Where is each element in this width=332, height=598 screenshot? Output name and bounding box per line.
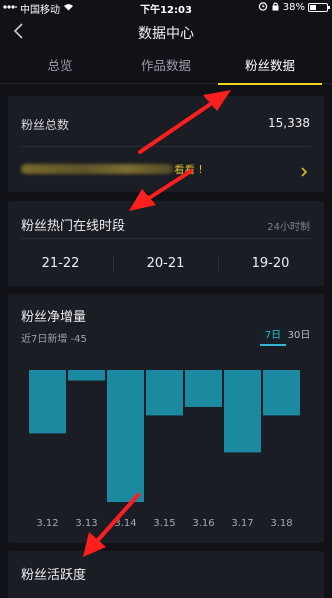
- x-tick-label: 3.17: [231, 518, 253, 529]
- chart-bar-3.18: [263, 370, 300, 416]
- chart-bar-3.12: [29, 370, 66, 434]
- chart-bar-3.14: [107, 370, 144, 502]
- tab-overview[interactable]: 总览: [5, 50, 115, 84]
- x-tick-label: 3.16: [192, 518, 214, 529]
- fans-total-card: 粉丝总数 15,338 看看 !: [8, 96, 324, 192]
- tab-bar: 总览 作品数据 粉丝数据: [0, 50, 332, 85]
- x-tick-label: 3.15: [153, 518, 175, 529]
- active-hours-row: 21-22 20-21 19-20: [8, 251, 324, 277]
- fans-activity-title: 粉丝活跃度: [21, 568, 87, 583]
- chart-bar-3.15: [146, 370, 183, 416]
- page-title: 数据中心: [138, 26, 194, 42]
- nav-bar: 数据中心: [0, 14, 332, 50]
- net-growth-subtitle: 近7日新增 -45: [21, 334, 87, 345]
- orientation-lock-icon: [271, 1, 280, 14]
- x-tick-label: 3.14: [114, 518, 136, 529]
- chart-bar-3.13: [68, 370, 105, 381]
- tab-works-data[interactable]: 作品数据: [111, 50, 221, 84]
- battery-percent: 38%: [282, 2, 305, 13]
- tab-label: 总览: [47, 58, 73, 73]
- range-30-days-button[interactable]: 30日: [286, 328, 312, 346]
- net-growth-title: 粉丝净增量: [21, 310, 87, 325]
- chart-bar-3.17: [224, 370, 261, 453]
- fans-total-value: 15,338: [268, 116, 310, 130]
- hour-slot: 20-21: [146, 256, 185, 271]
- fans-total-label: 粉丝总数: [21, 118, 70, 132]
- status-bar: 中国移动 下午12:03 38%: [0, 0, 332, 16]
- status-right: 38%: [258, 1, 330, 14]
- active-hours-title: 粉丝热门在线时段: [21, 219, 126, 234]
- range-toggle: 7日 30日: [260, 328, 312, 346]
- tab-label: 粉丝数据: [244, 58, 295, 73]
- fans-activity-card: 粉丝活跃度: [8, 551, 324, 598]
- chart-bar-3.16: [185, 370, 222, 407]
- tab-active-indicator: [218, 83, 322, 85]
- chevron-right-icon[interactable]: [300, 163, 308, 177]
- active-hours-card: 粉丝热门在线时段 24小时制 21-22 20-21 19-20: [8, 201, 324, 286]
- battery-icon: [308, 3, 330, 12]
- x-tick-label: 3.18: [270, 518, 292, 529]
- hours-unit-label: 24小时制: [267, 222, 310, 233]
- x-tick-label: 3.13: [75, 518, 97, 529]
- tab-label: 作品数据: [140, 58, 191, 73]
- tab-fans-data[interactable]: 粉丝数据: [215, 50, 325, 85]
- divider: [21, 238, 311, 239]
- promo-text-blurred: [21, 164, 173, 174]
- x-tick-label: 3.12: [36, 518, 58, 529]
- promo-cta-link[interactable]: 看看 !: [174, 162, 203, 177]
- range-7-days-button[interactable]: 7日: [260, 328, 286, 346]
- hour-slot: 21-22: [41, 256, 80, 271]
- divider: [21, 146, 311, 147]
- alarm-icon: [258, 1, 268, 14]
- hour-slot: 19-20: [251, 256, 290, 271]
- net-growth-card: 3.12 3.13 3.14 3.15 3.16 3.17 3.18 粉丝净增量 近7日新增…: [8, 294, 324, 543]
